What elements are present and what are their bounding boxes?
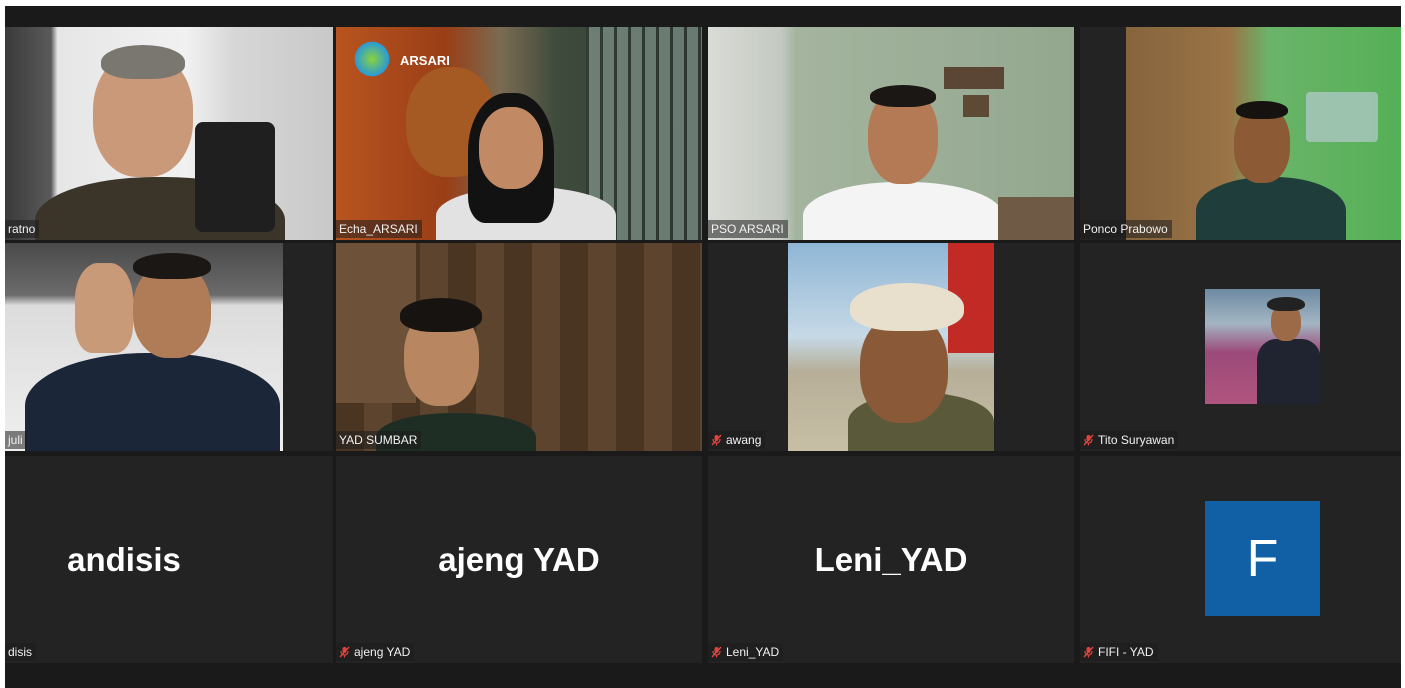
participant-name: awang [726,433,762,447]
mic-off-icon [1083,434,1094,446]
avatar: F [1205,501,1320,616]
participant-name: Ponco Prabowo [1083,222,1168,236]
participant-name-tag: disis [5,643,37,661]
participant-video [1126,27,1401,240]
mic-off-icon [711,646,722,658]
participant-name-tag: PSO ARSARI [708,220,788,238]
participant-display-name: andisis [67,540,181,578]
participant-name: juli [8,433,23,447]
participant-name: PSO ARSARI [711,222,784,236]
video-tile-echa[interactable]: ARSARI Echa_ARSARI [336,27,702,240]
participant-name-tag: YAD SUMBAR [336,431,422,449]
mic-off-icon [711,434,722,446]
video-tile-ratno[interactable]: ratno [5,27,333,240]
participant-name-tag: awang [708,431,766,449]
participant-video [336,243,702,451]
participant-name: disis [8,645,33,659]
participant-name: Echa_ARSARI [339,222,418,236]
mic-off-icon [1083,646,1094,658]
participant-name-tag: ajeng YAD [336,643,415,661]
participant-video [788,243,994,451]
meeting-gallery-view: ratno ARSARI Echa_ARSARI PSO ARSARI Ponc… [5,6,1401,688]
participant-video [5,243,283,451]
participant-name: YAD SUMBAR [339,433,418,447]
participant-name: ratno [8,222,36,236]
mic-off-icon [339,646,350,658]
participant-video [1205,289,1320,404]
participant-name: FIFI - YAD [1098,645,1154,659]
arsari-logo [352,39,392,79]
video-tile-ponco[interactable]: Ponco Prabowo [1080,27,1401,240]
video-tile-fifi[interactable]: F FIFI - YAD [1080,456,1401,663]
video-tile-awang[interactable]: awang [708,243,1074,451]
participant-video [5,27,333,240]
video-tile-ajeng[interactable]: ajeng YAD ajeng YAD [336,456,702,663]
participant-display-name: ajeng YAD [438,540,600,578]
video-tile-juli[interactable]: juli [5,243,333,451]
participant-name-tag: FIFI - YAD [1080,643,1158,661]
picture-frame [944,67,1004,89]
video-tile-tito[interactable]: Tito Suryawan [1080,243,1401,451]
video-tile-leni[interactable]: Leni_YAD Leni_YAD [708,456,1074,663]
participant-video: ARSARI [336,27,702,240]
logo-text: ARSARI [400,53,450,68]
participant-name-tag: Tito Suryawan [1080,431,1179,449]
participant-name: Tito Suryawan [1098,433,1175,447]
participant-name-tag: Echa_ARSARI [336,220,422,238]
video-tile-yad-sumbar[interactable]: YAD SUMBAR [336,243,702,451]
participant-name-tag: Ponco Prabowo [1080,220,1172,238]
participant-display-name: Leni_YAD [814,540,968,578]
participant-name-tag: juli [5,431,27,449]
participant-name-tag: Leni_YAD [708,643,784,661]
participant-name: ajeng YAD [354,645,411,659]
participant-name: Leni_YAD [726,645,780,659]
participant-name-tag: ratno [5,220,40,238]
video-tile-pso[interactable]: PSO ARSARI [708,27,1074,240]
participant-video [708,27,1074,240]
video-tile-andisis[interactable]: andisis disis [5,456,333,663]
